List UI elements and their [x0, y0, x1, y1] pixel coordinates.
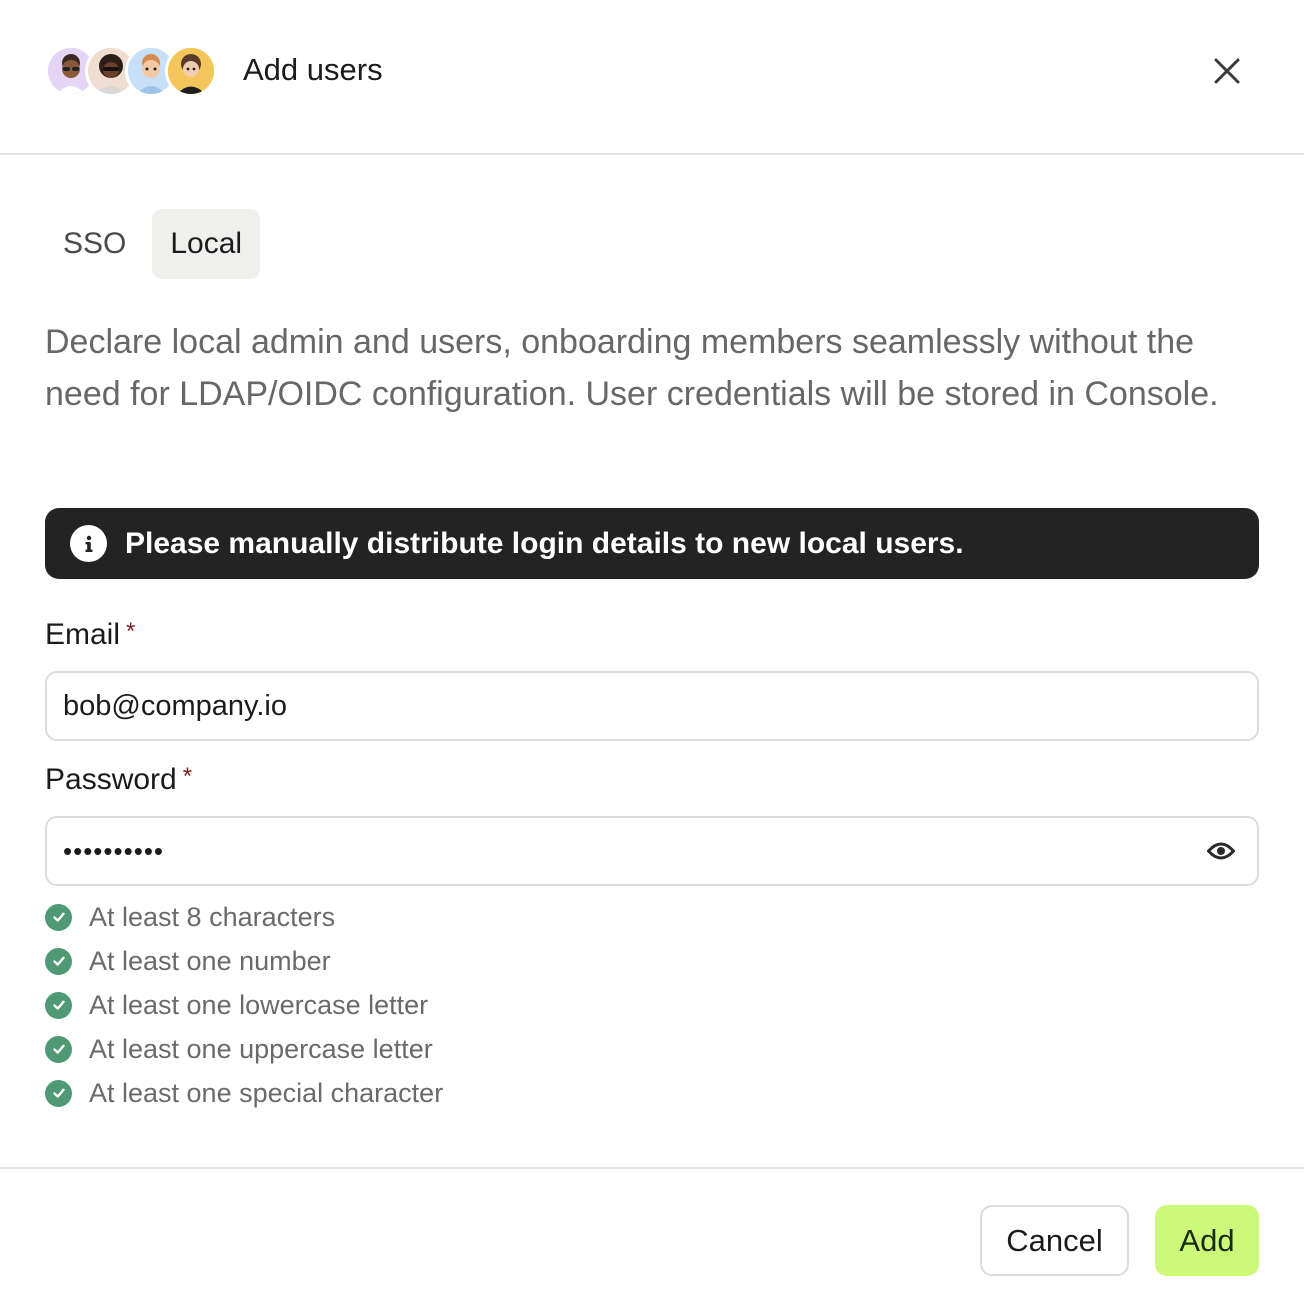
password-field[interactable]: •••••••••• [45, 816, 1259, 886]
add-button[interactable]: Add [1155, 1205, 1259, 1276]
password-label-text: Password [45, 763, 177, 796]
list-item: At least 8 characters [45, 895, 443, 939]
email-field[interactable] [45, 671, 1259, 741]
rule-text: At least one special character [89, 1077, 444, 1108]
tab-sso[interactable]: SSO [45, 209, 144, 279]
email-input[interactable] [63, 689, 1241, 723]
required-mark: * [126, 618, 136, 645]
footer-divider [0, 1167, 1304, 1169]
email-label-text: Email [45, 618, 121, 651]
required-mark: * [182, 763, 193, 790]
rule-text: At least 8 characters [89, 901, 336, 932]
check-icon [45, 1035, 72, 1063]
info-banner: Please manually distribute login details… [45, 508, 1259, 579]
toggle-password-visibility-button[interactable] [1201, 831, 1241, 871]
eye-icon [1207, 842, 1235, 860]
email-label: Email * [45, 618, 135, 652]
list-item: At least one lowercase letter [45, 983, 443, 1027]
check-icon [45, 991, 72, 1019]
list-item: At least one number [45, 939, 443, 983]
close-icon [1214, 58, 1240, 84]
password-input[interactable]: •••••••••• [63, 836, 1201, 867]
add-users-dialog: Add users SSO Local Declare local admin … [0, 0, 1304, 1298]
password-label: Password * [45, 763, 192, 797]
avatar [165, 45, 217, 97]
check-icon [45, 1079, 72, 1107]
dialog-header: Add users [0, 0, 1304, 155]
rule-text: At least one lowercase letter [89, 989, 429, 1020]
list-item: At least one special character [45, 1071, 443, 1115]
rule-text: At least one uppercase letter [89, 1033, 433, 1064]
description-text: Declare local admin and users, onboardin… [45, 323, 1219, 413]
check-icon [45, 947, 72, 975]
avatar-group [45, 45, 220, 97]
password-rules-list: At least 8 characters At least one numbe… [45, 895, 443, 1115]
dialog-title: Add users [243, 52, 383, 87]
tab-local[interactable]: Local [152, 209, 261, 279]
info-icon [70, 525, 107, 562]
rule-text: At least one number [89, 945, 331, 976]
check-icon [45, 903, 72, 931]
banner-text: Please manually distribute login details… [125, 526, 964, 560]
list-item: At least one uppercase letter [45, 1027, 443, 1071]
cancel-button[interactable]: Cancel [980, 1205, 1129, 1276]
auth-tabs: SSO Local [45, 209, 261, 279]
close-button[interactable] [1204, 48, 1250, 94]
